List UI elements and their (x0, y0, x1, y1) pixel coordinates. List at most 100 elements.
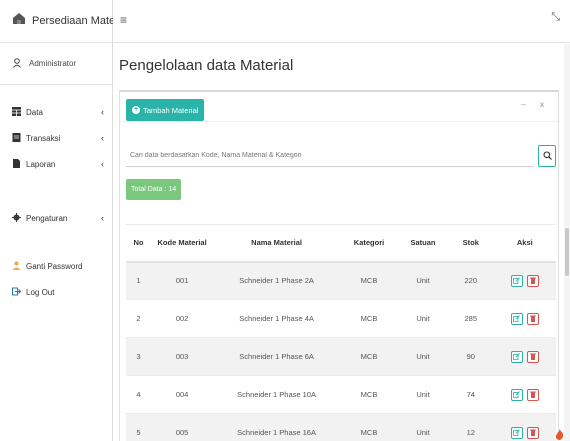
column-header-kode: Kode Material (150, 224, 214, 263)
hamburger-menu-icon[interactable]: ≡ (120, 13, 127, 27)
delete-button[interactable] (526, 426, 539, 439)
box-tools[interactable]: – x (521, 100, 550, 109)
trash-icon (529, 391, 536, 398)
cell-aksi (493, 261, 556, 300)
file-icon (12, 129, 21, 147)
cell-kategori: MCB (339, 261, 399, 300)
trash-icon (529, 353, 536, 360)
chevron-left-icon: ‹ (101, 213, 104, 223)
cell-nama: Schneider 1 Phase 16A (213, 413, 340, 441)
sidebar-item-transaksi[interactable]: Transaksi ‹ (0, 125, 112, 151)
cell-nama: Schneider 1 Phase 6A (213, 337, 340, 376)
edit-button[interactable] (510, 274, 523, 287)
flame-icon[interactable] (555, 427, 564, 441)
table-row: 1 001 Schneider 1 Phase 2A MCB Unit 220 (126, 261, 556, 300)
cell-kategori: MCB (339, 299, 399, 338)
cell-kode: 005 (150, 413, 214, 441)
edit-button[interactable] (510, 312, 523, 325)
cell-satuan: Unit (398, 413, 448, 441)
document-icon (12, 155, 21, 173)
cell-kategori: MCB (339, 375, 399, 414)
total-data-badge: Total Data : 14 (126, 179, 182, 200)
add-material-button[interactable]: + Tambah Material (126, 99, 205, 121)
edit-button[interactable] (510, 426, 523, 439)
page-scrollbar[interactable] (564, 44, 570, 441)
logout-icon (12, 283, 22, 301)
search-button[interactable] (538, 145, 556, 167)
cell-no: 3 (126, 337, 151, 376)
table-row: 5 005 Schneider 1 Phase 16A MCB Unit 12 (126, 413, 556, 441)
scrollbar-thumb[interactable] (565, 228, 569, 276)
column-header-aksi: Aksi (493, 224, 556, 263)
chevron-left-icon: ‹ (101, 107, 104, 117)
cell-aksi (493, 337, 556, 376)
page-title: Pengelolaan data Material (119, 57, 294, 74)
cell-no: 5 (126, 413, 151, 441)
top-navbar: ≡ ⤡ (113, 0, 570, 43)
edit-icon (513, 277, 521, 285)
cell-stok: 90 (447, 337, 494, 376)
cell-satuan: Unit (398, 337, 448, 376)
cell-no: 1 (126, 261, 151, 300)
sidebar-item-label: Pengaturan (26, 213, 68, 223)
cell-aksi (493, 299, 556, 338)
cell-stok: 12 (447, 413, 494, 441)
user-icon (13, 55, 21, 73)
chevron-left-icon: ‹ (101, 159, 104, 169)
cell-kategori: MCB (339, 413, 399, 441)
trash-icon (529, 277, 536, 285)
user-panel: Administrator (0, 43, 112, 85)
cell-kode: 003 (150, 337, 214, 376)
table-row: 3 003 Schneider 1 Phase 6A MCB Unit 90 (126, 337, 556, 376)
cell-satuan: Unit (398, 299, 448, 338)
sidebar: Persediaan Material Administrator Data ‹… (0, 0, 130, 441)
add-material-label: Tambah Material (143, 105, 199, 115)
trash-icon (529, 315, 536, 322)
table-row: 2 002 Schneider 1 Phase 4A MCB Unit 285 (126, 299, 556, 338)
cell-stok: 220 (447, 261, 494, 300)
user-icon (12, 257, 21, 275)
sidebar-item-log-out[interactable]: Log Out (0, 279, 112, 305)
delete-button[interactable] (526, 350, 539, 363)
sidebar-item-label: Log Out (26, 287, 55, 297)
sidebar-item-data[interactable]: Data ‹ (0, 99, 112, 125)
sidebar-item-pengaturan[interactable]: Pengaturan ‹ (0, 205, 112, 231)
cell-no: 2 (126, 299, 151, 338)
fullscreen-icon[interactable]: ⤡ (551, 11, 560, 24)
cell-aksi (493, 413, 556, 441)
search-icon (542, 147, 552, 165)
material-box: + Tambah Material – x Total Data : 14 No… (119, 90, 559, 441)
column-header-nama: Nama Material (213, 224, 340, 263)
cell-kode: 001 (150, 261, 214, 300)
trash-icon (529, 429, 536, 436)
home-icon (12, 12, 26, 30)
edit-icon (513, 429, 521, 436)
column-header-kategori: Kategori (339, 224, 399, 263)
chevron-left-icon: ‹ (101, 133, 104, 143)
delete-button[interactable] (526, 388, 539, 401)
table-row: 4 004 Schneider 1 Phase 10A MCB Unit 74 (126, 375, 556, 414)
cell-no: 4 (126, 375, 151, 414)
cell-stok: 74 (447, 375, 494, 414)
cell-kode: 002 (150, 299, 214, 338)
search-input[interactable] (126, 145, 534, 167)
cell-nama: Schneider 1 Phase 4A (213, 299, 340, 338)
search-row (126, 145, 556, 167)
edit-icon (513, 315, 521, 322)
delete-button[interactable] (526, 312, 539, 325)
sidebar-item-label: Ganti Password (26, 261, 83, 271)
edit-button[interactable] (510, 388, 523, 401)
cell-nama: Schneider 1 Phase 10A (213, 375, 340, 414)
grid-icon (12, 103, 21, 121)
sidebar-item-ganti-password[interactable]: Ganti Password (0, 253, 112, 279)
edit-button[interactable] (510, 350, 523, 363)
delete-button[interactable] (526, 274, 539, 287)
sidebar-item-laporan[interactable]: Laporan ‹ (0, 151, 112, 177)
table-header-row: No Kode Material Nama Material Kategori … (126, 224, 556, 263)
column-header-no: No (126, 224, 151, 263)
edit-icon (513, 391, 521, 398)
column-header-satuan: Satuan (398, 224, 448, 263)
cell-aksi (493, 375, 556, 414)
cell-satuan: Unit (398, 375, 448, 414)
brand[interactable]: Persediaan Material (0, 0, 130, 43)
